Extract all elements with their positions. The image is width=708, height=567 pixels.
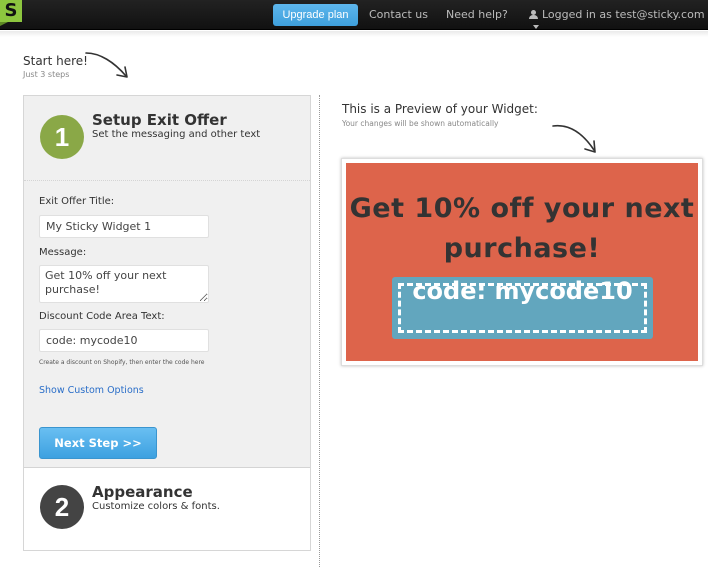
step-2-number-badge: 2 — [40, 485, 84, 529]
step-1-form: Exit Offer Title: Message: Get 10% off y… — [24, 181, 310, 468]
app-logo[interactable]: S — [0, 0, 22, 26]
step-1-number-badge: 1 — [40, 115, 84, 159]
user-icon — [529, 10, 538, 19]
widget-code-area: code: mycode10 — [392, 277, 653, 339]
widget-code-text: code: mycode10 — [412, 277, 633, 305]
start-here-subtitle: Just 3 steps — [23, 70, 70, 79]
step-2-description: Customize colors & fonts. — [92, 501, 220, 512]
top-navbar: S Upgrade plan Contact us Need help? Log… — [0, 0, 708, 30]
contact-us-link[interactable]: Contact us — [369, 8, 428, 21]
content-shadow — [0, 31, 708, 37]
widget-preview: Get 10% off your next purchase! code: my… — [346, 163, 698, 361]
message-label: Message: — [39, 247, 87, 258]
widget-message: Get 10% off your next purchase! — [349, 193, 695, 264]
curved-arrow-icon — [85, 52, 128, 78]
widget-preview-frame: Get 10% off your next purchase! code: my… — [341, 158, 703, 366]
step-2-header[interactable]: 2 Appearance Customize colors & fonts. — [24, 469, 310, 550]
discount-code-hint: Create a discount on Shopify, then enter… — [39, 359, 205, 366]
step-1-title: Setup Exit Offer — [92, 111, 227, 129]
discount-code-label: Discount Code Area Text: — [39, 311, 165, 322]
exit-offer-title-label: Exit Offer Title: — [39, 196, 115, 207]
logged-in-label: Logged in as test@sticky.com — [542, 8, 705, 21]
steps-panel: 1 Setup Exit Offer Set the messaging and… — [23, 95, 311, 551]
next-step-button[interactable]: Next Step >> — [39, 427, 157, 459]
curved-arrow-icon — [552, 124, 596, 153]
need-help-link[interactable]: Need help? — [446, 8, 508, 21]
start-here-heading: Start here! — [23, 54, 88, 68]
step-1-description: Set the messaging and other text — [92, 129, 261, 140]
step-1-header[interactable]: 1 Setup Exit Offer Set the messaging and… — [24, 96, 310, 181]
message-textarea[interactable]: Get 10% off your next purchase! — [39, 265, 209, 303]
preview-subtitle: Your changes will be shown automatically — [342, 119, 499, 128]
column-divider — [319, 95, 320, 567]
caret-down-icon — [533, 25, 539, 29]
show-custom-options-link[interactable]: Show Custom Options — [39, 385, 144, 396]
preview-heading: This is a Preview of your Widget: — [342, 102, 538, 116]
upgrade-plan-button[interactable]: Upgrade plan — [273, 4, 358, 26]
step-2-title: Appearance — [92, 483, 193, 501]
discount-code-input[interactable] — [39, 329, 209, 352]
exit-offer-title-input[interactable] — [39, 215, 209, 238]
